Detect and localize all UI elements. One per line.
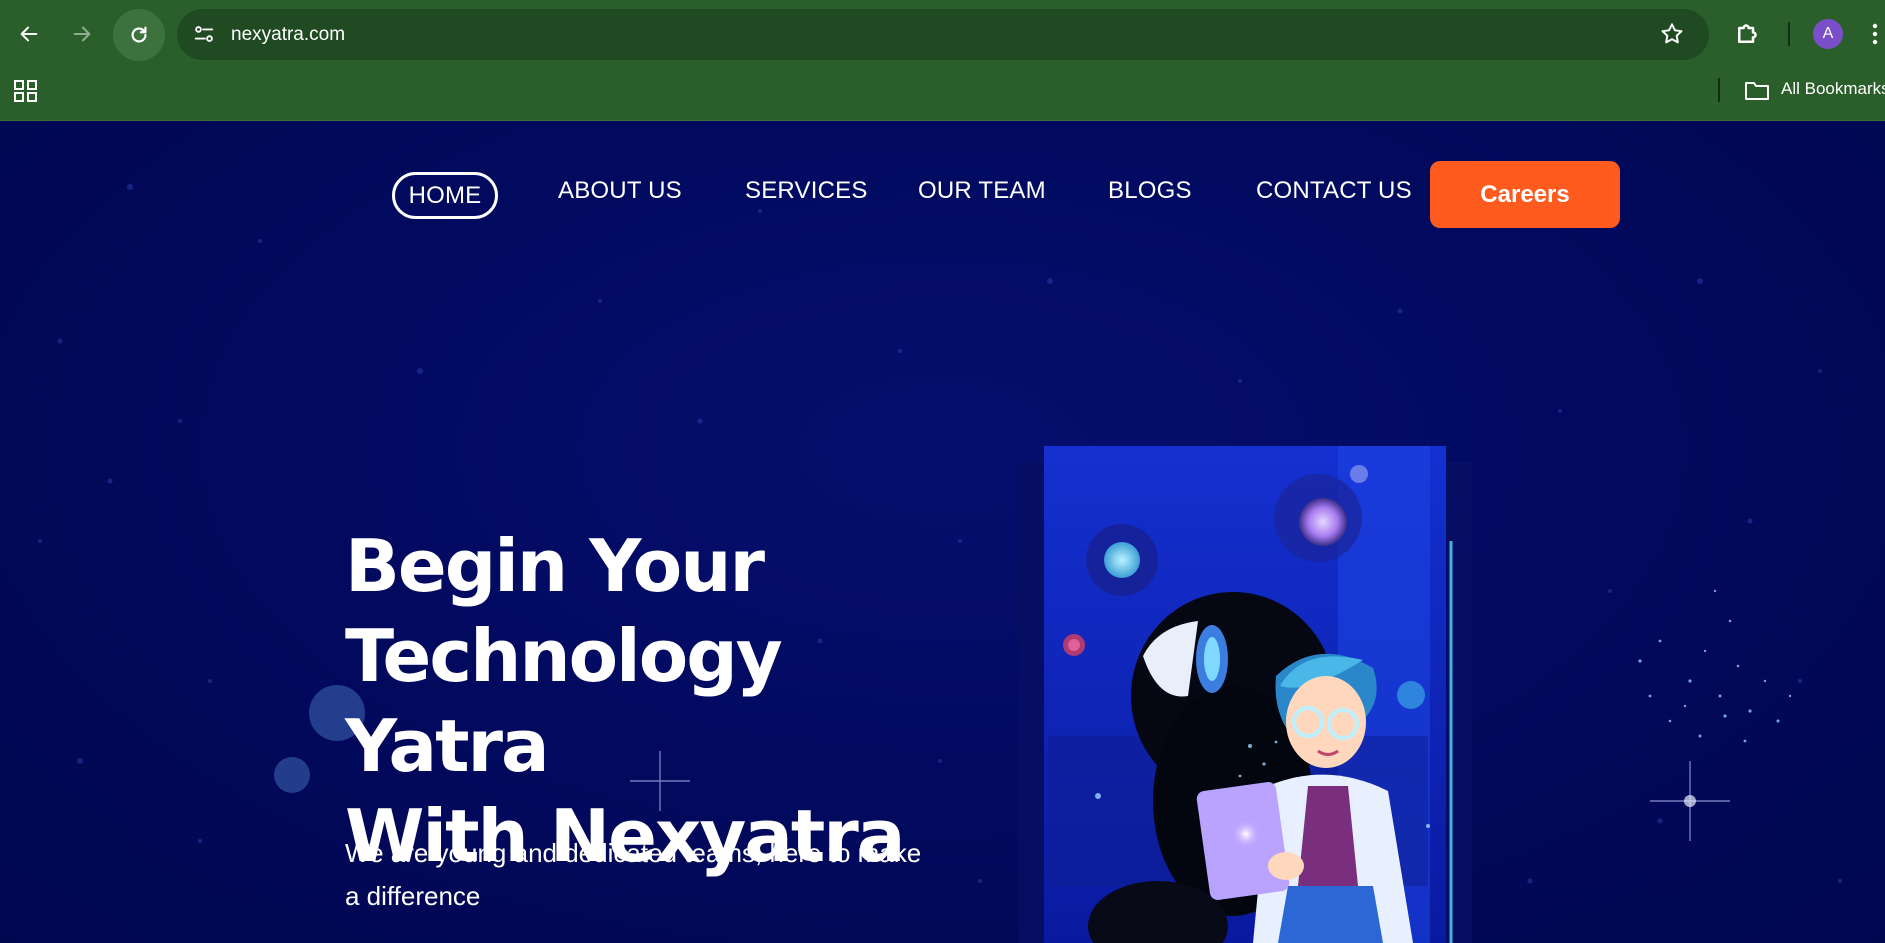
nav-our-team[interactable]: OUR TEAM: [918, 177, 1046, 205]
hero-illustration: [1018, 446, 1472, 943]
nav-home[interactable]: HOME: [392, 172, 498, 219]
all-bookmarks-button[interactable]: All Bookmarks: [1781, 79, 1885, 99]
apps-grid-icon[interactable]: [13, 79, 39, 103]
bookmarks-separator: [1718, 78, 1720, 102]
starfield-background: [38, 184, 1842, 884]
hero-title-line-1: Begin Your: [345, 524, 765, 608]
address-bar[interactable]: nexyatra.com: [177, 9, 1709, 60]
hero-title-line-2: Technology Yatra: [345, 614, 783, 788]
tune-icon[interactable]: [193, 23, 215, 45]
nav-services[interactable]: SERVICES: [745, 177, 868, 205]
arrow-right-icon: [73, 26, 91, 42]
reload-icon: [131, 26, 147, 43]
website-viewport: HOME ABOUT US SERVICES OUR TEAM BLOGS CO…: [0, 121, 1885, 943]
hero-subtitle: We are young and dedicated teams, here t…: [345, 838, 922, 911]
nav-contact-us[interactable]: CONTACT US: [1256, 177, 1412, 205]
folder-icon: [1745, 82, 1769, 100]
forward-button[interactable]: [62, 14, 102, 54]
url-text[interactable]: nexyatra.com: [231, 24, 345, 46]
kebab-menu-icon[interactable]: [1870, 22, 1880, 46]
nav-about-us[interactable]: ABOUT US: [558, 177, 682, 205]
hero-title: Begin Your Technology Yatra With Nexyatr…: [345, 521, 905, 881]
star-icon[interactable]: [1659, 21, 1685, 47]
arrow-left-icon: [20, 26, 38, 42]
browser-chrome: nexyatra.com A All Bookmarks: [0, 0, 1885, 121]
toolbar-separator: [1788, 22, 1790, 46]
nav-blogs[interactable]: BLOGS: [1108, 177, 1192, 205]
reload-button[interactable]: [113, 9, 165, 61]
back-button[interactable]: [9, 14, 49, 54]
careers-button[interactable]: Careers: [1430, 161, 1620, 228]
profile-avatar[interactable]: A: [1813, 19, 1843, 49]
puzzle-icon[interactable]: [1733, 18, 1763, 48]
